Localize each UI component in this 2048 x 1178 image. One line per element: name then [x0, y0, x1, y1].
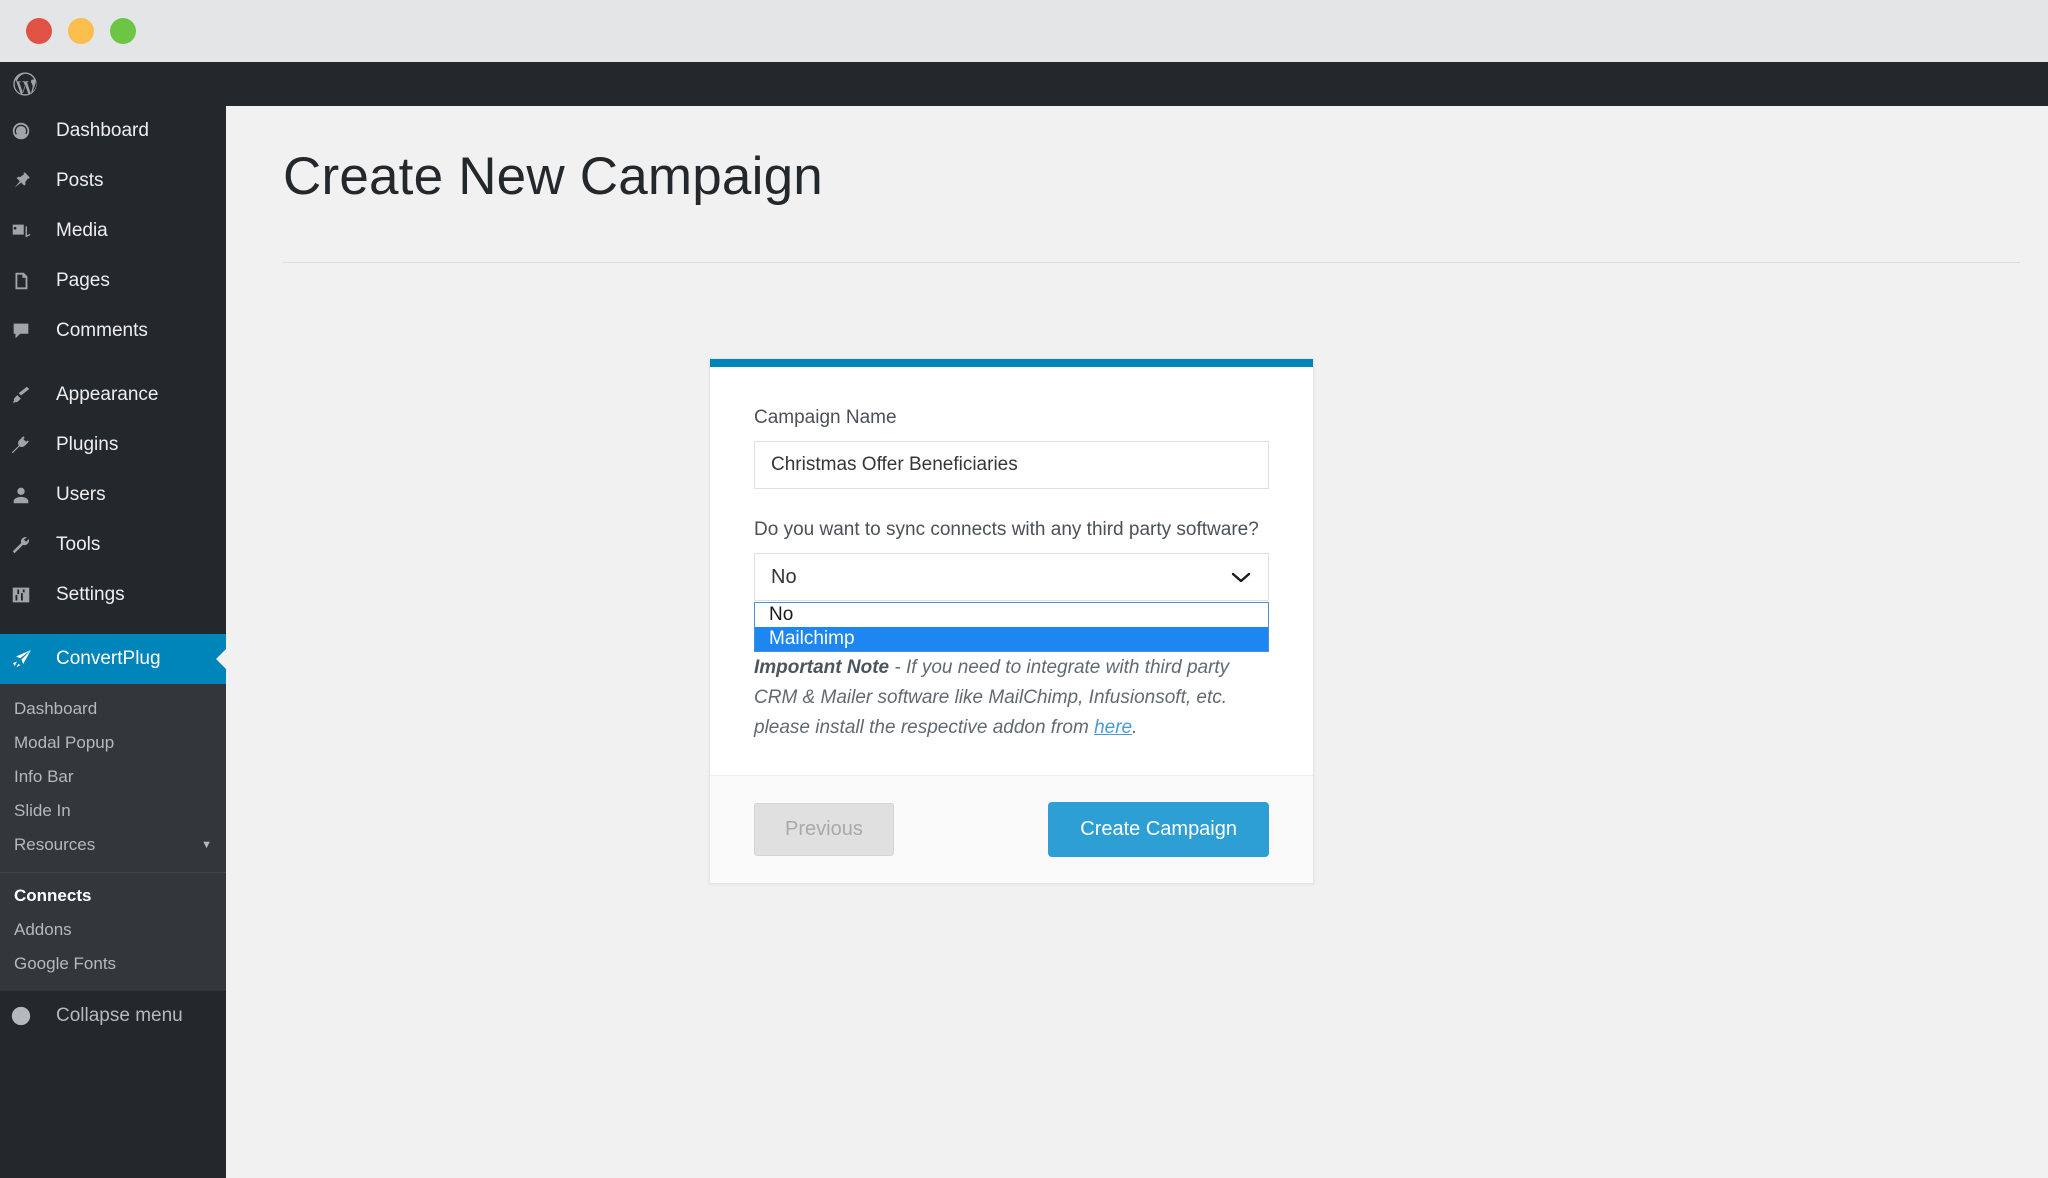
admin-sidebar: Dashboard Posts Media Pages Comments App…	[0, 106, 226, 1178]
submenu-divider	[0, 872, 226, 873]
sync-options-dropdown: No Mailchimp	[754, 602, 1269, 652]
submenu-item-modal-popup[interactable]: Modal Popup	[0, 726, 226, 760]
sidebar-item-appearance[interactable]: Appearance	[0, 370, 226, 420]
window-titlebar	[0, 0, 2048, 62]
user-icon	[10, 482, 48, 508]
sidebar-item-settings[interactable]: Settings	[0, 570, 226, 620]
sync-select-value: No	[771, 565, 797, 588]
sync-option-label: No	[769, 604, 794, 625]
sidebar-item-users[interactable]: Users	[0, 470, 226, 520]
submenu-item-label: Addons	[14, 920, 72, 939]
sidebar-item-comments[interactable]: Comments	[0, 306, 226, 356]
sidebar-item-label: Dashboard	[56, 120, 149, 141]
pages-icon	[10, 268, 48, 294]
sidebar-separator	[0, 620, 226, 634]
card-accent-bar	[710, 359, 1313, 367]
submenu-item-info-bar[interactable]: Info Bar	[0, 760, 226, 794]
sync-select-wrapper: No No Mailchimp	[754, 553, 1269, 652]
submenu-item-resources[interactable]: Resources ▼	[0, 828, 226, 862]
submenu-item-slide-in[interactable]: Slide In	[0, 794, 226, 828]
dashboard-icon	[10, 118, 48, 144]
sidebar-item-label: Users	[56, 484, 106, 505]
sidebar-item-posts[interactable]: Posts	[0, 156, 226, 206]
submenu-item-google-fonts[interactable]: Google Fonts	[0, 947, 226, 981]
sidebar-item-label: Posts	[56, 170, 104, 191]
important-note: Important Note - If you need to integrat…	[754, 653, 1269, 743]
submenu-item-label: Dashboard	[14, 699, 98, 718]
submenu-item-label: Resources	[14, 835, 96, 854]
maximize-window-button[interactable]	[110, 18, 136, 44]
pin-icon	[10, 168, 48, 194]
card-footer: Previous Create Campaign	[710, 775, 1313, 883]
plugin-icon	[10, 432, 48, 458]
wp-admin-bar	[0, 62, 2048, 106]
sync-field-group: Do you want to sync connects with any th…	[754, 519, 1269, 652]
sidebar-item-tools[interactable]: Tools	[0, 520, 226, 570]
sidebar-item-label: Comments	[56, 320, 148, 341]
sidebar-item-convertplug[interactable]: ConvertPlug	[0, 634, 226, 684]
campaign-name-label: Campaign Name	[754, 407, 897, 428]
important-note-text-after: .	[1132, 717, 1138, 738]
addon-here-link[interactable]: here	[1094, 717, 1132, 738]
settings-icon	[10, 582, 48, 608]
sidebar-item-label: Settings	[56, 584, 125, 605]
sidebar-item-label: Tools	[56, 534, 101, 555]
collapse-menu-label: Collapse menu	[56, 1005, 183, 1026]
sidebar-item-label: Appearance	[56, 384, 159, 405]
submenu-item-dashboard[interactable]: Dashboard	[0, 692, 226, 726]
wordpress-logo-icon[interactable]	[8, 67, 42, 101]
previous-button[interactable]: Previous	[754, 803, 894, 856]
sidebar-item-pages[interactable]: Pages	[0, 256, 226, 306]
sidebar-item-label: Pages	[56, 270, 110, 291]
page-title: Create New Campaign	[283, 147, 823, 206]
sync-select[interactable]: No	[754, 553, 1269, 601]
comment-icon	[10, 318, 48, 344]
minimize-window-button[interactable]	[68, 18, 94, 44]
card-body: Campaign Name Do you want to sync connec…	[710, 367, 1313, 775]
media-icon	[10, 218, 48, 244]
sidebar-item-dashboard[interactable]: Dashboard	[0, 106, 226, 156]
sync-option-mailchimp[interactable]: Mailchimp	[755, 627, 1268, 651]
convertplug-icon	[10, 646, 48, 672]
sync-question-label: Do you want to sync connects with any th…	[754, 519, 1259, 540]
submenu-item-label: Google Fonts	[14, 954, 117, 973]
submenu-item-label: Slide In	[14, 801, 71, 820]
chevron-down-icon: ▼	[201, 839, 212, 851]
sidebar-item-plugins[interactable]: Plugins	[0, 420, 226, 470]
close-window-button[interactable]	[26, 18, 52, 44]
sidebar-separator	[0, 356, 226, 370]
sync-option-label: Mailchimp	[769, 628, 855, 649]
sidebar-item-label: Media	[56, 220, 108, 241]
sidebar-item-label: Plugins	[56, 434, 119, 455]
collapse-arrow-icon	[10, 1005, 48, 1027]
create-campaign-button[interactable]: Create Campaign	[1048, 802, 1269, 857]
main-content: Create New Campaign Campaign Name Do you…	[226, 106, 2048, 1178]
traffic-lights	[26, 18, 136, 44]
campaign-name-input[interactable]	[754, 441, 1269, 489]
submenu-item-label: Info Bar	[14, 767, 74, 786]
sidebar-item-media[interactable]: Media	[0, 206, 226, 256]
collapse-menu-button[interactable]: Collapse menu	[0, 991, 226, 1041]
submenu-item-label: Connects	[14, 886, 92, 905]
submenu-item-label: Modal Popup	[14, 733, 115, 752]
convertplug-submenu: Dashboard Modal Popup Info Bar Slide In …	[0, 684, 226, 991]
sidebar-item-label: ConvertPlug	[56, 648, 161, 669]
important-note-title: Important Note	[754, 657, 890, 678]
submenu-item-addons[interactable]: Addons	[0, 913, 226, 947]
wrench-icon	[10, 532, 48, 558]
sync-option-no[interactable]: No	[755, 603, 1268, 627]
title-divider	[283, 262, 2020, 263]
chevron-down-icon	[1230, 570, 1252, 584]
brush-icon	[10, 382, 48, 408]
create-campaign-card: Campaign Name Do you want to sync connec…	[709, 358, 1314, 884]
campaign-name-field-group: Campaign Name	[754, 407, 1269, 489]
submenu-item-connects[interactable]: Connects	[0, 879, 226, 913]
